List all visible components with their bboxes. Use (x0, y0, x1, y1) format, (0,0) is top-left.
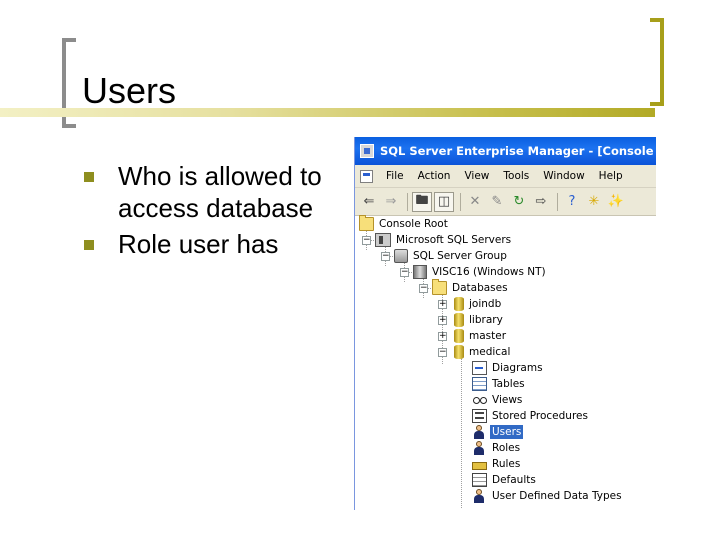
user-defined-type-icon (472, 489, 487, 503)
collapse-toggle[interactable]: − (419, 284, 428, 293)
collapse-toggle[interactable]: − (381, 252, 390, 261)
bullet-text: Role user has (118, 229, 279, 259)
slide-title: Users (82, 70, 177, 111)
tree-node-server[interactable]: VISC16 (Windows NT) (413, 264, 548, 280)
menu-window[interactable]: Window (536, 170, 591, 182)
selected-node-label: Users (490, 425, 524, 439)
export-icon[interactable]: ⇨ (531, 192, 551, 212)
server-group-icon (394, 249, 408, 263)
toolbar-separator (557, 192, 558, 211)
database-icon (454, 297, 464, 311)
tree-node-database[interactable]: master (454, 328, 508, 344)
database-icon (454, 313, 464, 327)
menu-bar: File Action View Tools Window Help (355, 165, 656, 188)
forward-arrow-icon[interactable]: ⇒ (381, 192, 401, 212)
bullet-square-icon (84, 240, 94, 250)
tree-node-roles[interactable]: Roles (472, 440, 522, 456)
menu-help[interactable]: Help (592, 170, 630, 182)
collapse-toggle[interactable]: − (400, 268, 409, 277)
delete-icon[interactable]: ✕ (465, 192, 485, 212)
tree-node-rules[interactable]: Rules (472, 456, 522, 472)
stored-procedure-icon (472, 409, 487, 423)
window-title: SQL Server Enterprise Manager - [Console… (380, 144, 656, 158)
expand-toggle[interactable]: + (438, 300, 447, 309)
collapse-toggle[interactable]: − (438, 348, 447, 357)
tree-node-users[interactable]: Users (472, 424, 524, 440)
ruler-icon (472, 461, 487, 470)
tree-node-defaults[interactable]: Defaults (472, 472, 538, 488)
show-hide-tree-icon[interactable]: ◫ (434, 191, 454, 212)
help-icon[interactable]: ? (562, 192, 582, 212)
menu-file[interactable]: File (379, 170, 411, 182)
bullet-item: Role user has (82, 228, 352, 260)
user-icon (472, 425, 487, 439)
toolbar-separator (407, 192, 408, 211)
tree-node-stored-procedures[interactable]: Stored Procedures (472, 408, 590, 424)
diagram-icon (472, 361, 487, 375)
sql-servers-icon (375, 233, 391, 247)
tree-node-sql-servers[interactable]: Microsoft SQL Servers (375, 232, 513, 248)
tree-node-user-defined-data-types[interactable]: User Defined Data Types (472, 488, 624, 504)
menu-tools[interactable]: Tools (496, 170, 536, 182)
properties-icon[interactable]: ✎ (487, 192, 507, 212)
enterprise-manager-window: SQL Server Enterprise Manager - [Console… (354, 137, 656, 510)
bullet-item: Who is allowed to access database (82, 160, 352, 224)
bullet-list: Who is allowed to access database Role u… (82, 160, 352, 264)
menu-view[interactable]: View (457, 170, 496, 182)
app-icon (360, 144, 374, 158)
tree-node-console-root[interactable]: Console Root (359, 215, 450, 232)
title-bracket-right (650, 18, 664, 106)
toolbar: ⇐ ⇒ 🖿 ◫ ✕ ✎ ↻ ⇨ ? ✳ ✨ (355, 188, 656, 216)
tree-node-database[interactable]: medical (454, 344, 512, 360)
tree-node-databases[interactable]: Databases (432, 279, 510, 296)
collapse-toggle[interactable]: − (362, 236, 371, 245)
database-icon (454, 345, 464, 359)
server-icon (413, 265, 427, 279)
new-icon[interactable]: ✨ (606, 192, 626, 212)
console-window-icon[interactable] (360, 169, 373, 183)
expand-toggle[interactable]: + (438, 316, 447, 325)
refresh-icon[interactable]: ↻ (509, 192, 529, 212)
menu-action[interactable]: Action (411, 170, 458, 182)
wizard-icon[interactable]: ✳ (584, 192, 604, 212)
defaults-icon (472, 473, 487, 487)
up-folder-icon[interactable]: 🖿 (412, 191, 432, 212)
tree-node-database[interactable]: library (454, 312, 505, 328)
glasses-icon (472, 393, 487, 407)
tree-node-server-group[interactable]: SQL Server Group (394, 248, 509, 264)
expand-toggle[interactable]: + (438, 332, 447, 341)
tree-node-tables[interactable]: Tables (472, 376, 527, 392)
tree-node-views[interactable]: Views (472, 392, 524, 408)
window-titlebar[interactable]: SQL Server Enterprise Manager - [Console… (355, 137, 656, 165)
table-icon (472, 377, 487, 391)
folder-icon (359, 215, 374, 231)
bullet-square-icon (84, 172, 94, 182)
tree-node-database[interactable]: joindb (454, 296, 503, 312)
tree-node-diagrams[interactable]: Diagrams (472, 360, 545, 376)
bullet-text: Who is allowed to access database (118, 161, 322, 223)
tree-connector (461, 358, 462, 508)
database-icon (454, 329, 464, 343)
toolbar-separator (460, 192, 461, 211)
role-icon (472, 441, 487, 455)
folder-icon (432, 279, 447, 295)
back-arrow-icon[interactable]: ⇐ (359, 192, 379, 212)
